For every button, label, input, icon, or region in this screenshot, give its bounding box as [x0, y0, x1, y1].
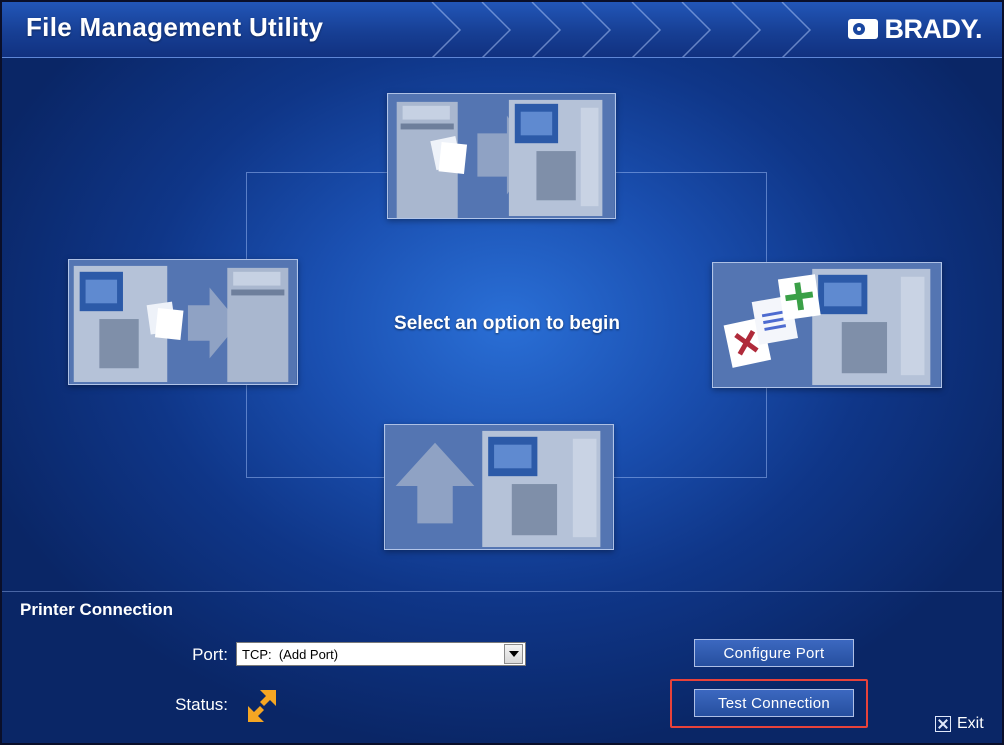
option-upload-to-printer[interactable]	[384, 424, 614, 550]
app-title: File Management Utility	[26, 12, 324, 42]
printer-to-archive-transfer-icon	[69, 260, 297, 384]
chevron-decoration	[431, 2, 812, 57]
brady-logo: BRADY.	[848, 12, 982, 46]
exit-label: Exit	[957, 715, 984, 732]
port-label: Port:	[192, 645, 228, 664]
app-window: File Management Utility BRADY. Select an…	[0, 0, 1004, 745]
manage-printer-files-icon	[713, 263, 941, 387]
close-icon	[935, 716, 951, 732]
chevron-down-icon	[508, 651, 519, 657]
configure-port-button[interactable]: Configure Port	[694, 639, 854, 667]
port-select-value: TCP: (Add Port)	[242, 646, 339, 662]
status-label: Status:	[175, 695, 228, 714]
option-manage-files[interactable]	[712, 262, 942, 388]
option-transfer-from-printer[interactable]	[68, 259, 298, 385]
exit-button[interactable]: Exit	[935, 715, 984, 733]
brady-logo-icon	[848, 19, 879, 39]
select-option-prompt: Select an option to begin	[394, 313, 620, 334]
section-divider	[2, 591, 1002, 592]
port-select[interactable]: TCP: (Add Port)	[236, 642, 526, 666]
upload-to-printer-icon	[385, 425, 613, 549]
brady-logo-text: BRADY.	[884, 13, 982, 44]
test-connection-button[interactable]: Test Connection	[694, 689, 854, 717]
printer-to-printer-transfer-icon	[388, 94, 615, 218]
title-bar: File Management Utility BRADY.	[2, 2, 1002, 58]
disconnected-arrows-icon	[248, 690, 276, 722]
option-transfer-to-printer[interactable]	[387, 93, 616, 219]
printer-connection-heading: Printer Connection	[20, 600, 174, 619]
port-dropdown-button[interactable]	[504, 644, 523, 664]
